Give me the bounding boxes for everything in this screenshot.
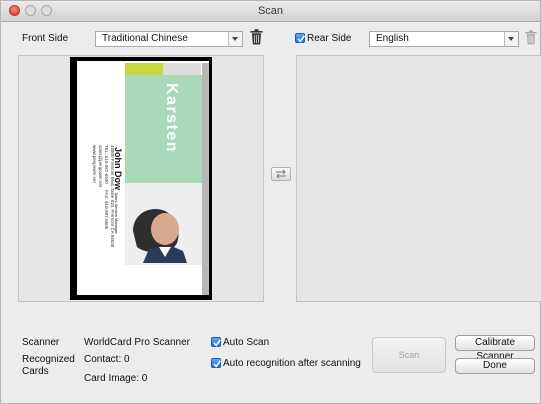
- card-fax: FAX: 510-987-6606: [104, 190, 109, 230]
- auto-recognition-label: Auto recognition after scanning: [223, 358, 361, 369]
- scanner-label: Scanner: [22, 337, 60, 348]
- auto-scan-checkbox[interactable]: [211, 337, 222, 347]
- recognized-cards-label: Recognized Cards: [22, 354, 75, 377]
- auto-recognition-checkbox[interactable]: [211, 358, 222, 368]
- rear-language-select[interactable]: English: [369, 31, 519, 47]
- auto-scan-label: Auto Scan: [223, 337, 270, 348]
- rear-preview-pane: [296, 55, 541, 302]
- contact-count: Contact: 0: [84, 354, 130, 365]
- swap-arrows-icon: [276, 169, 286, 179]
- card-address: 46800 Fremont Blvd. Suite 810, Fremont C…: [110, 145, 115, 248]
- rear-language-value: English: [376, 33, 409, 44]
- front-card-image: Karsten John Dow Sales Section Manager 4…: [70, 57, 212, 300]
- front-trash-icon[interactable]: [250, 29, 263, 45]
- calibrate-scanner-button[interactable]: Calibrate Scanner: [455, 335, 535, 362]
- portrait-photo: [125, 183, 202, 265]
- card-phone-fax: TEL: 510-987-6600 FAX: 510-987-6606: [104, 145, 109, 229]
- checkmark-icon: [213, 339, 222, 347]
- title-bar: Scan: [1, 1, 540, 22]
- front-language-value: Traditional Chinese: [102, 33, 188, 44]
- checkmark-icon: [213, 360, 222, 368]
- scanner-value: WorldCard Pro Scanner: [84, 337, 190, 348]
- scan-button[interactable]: Scan: [372, 337, 446, 373]
- card-phone: TEL: 510-987-6600: [104, 145, 109, 184]
- card-web: www.penpower.net: [92, 145, 97, 183]
- front-language-select[interactable]: Traditional Chinese: [95, 31, 243, 47]
- front-side-label: Front Side: [22, 33, 69, 44]
- scan-window: Scan Front Side Traditional Chinese Rear…: [0, 0, 541, 404]
- business-card: Karsten John Dow Sales Section Manager 4…: [77, 61, 209, 295]
- chevron-down-icon: [228, 32, 242, 46]
- rear-trash-icon[interactable]: [525, 30, 537, 45]
- rear-side-checkbox[interactable]: [295, 33, 306, 43]
- done-button[interactable]: Done: [455, 358, 535, 374]
- rear-side-label: Rear Side: [307, 33, 352, 44]
- checkmark-icon: [297, 35, 306, 43]
- window-title: Scan: [257, 5, 284, 17]
- card-brand: Karsten: [163, 83, 180, 154]
- chevron-down-icon: [504, 32, 518, 46]
- card-email: sales@penpower.net: [98, 145, 103, 188]
- swap-sides-button[interactable]: [271, 167, 291, 181]
- card-image-count: Card Image: 0: [84, 373, 148, 384]
- person-photo-icon: [125, 183, 202, 265]
